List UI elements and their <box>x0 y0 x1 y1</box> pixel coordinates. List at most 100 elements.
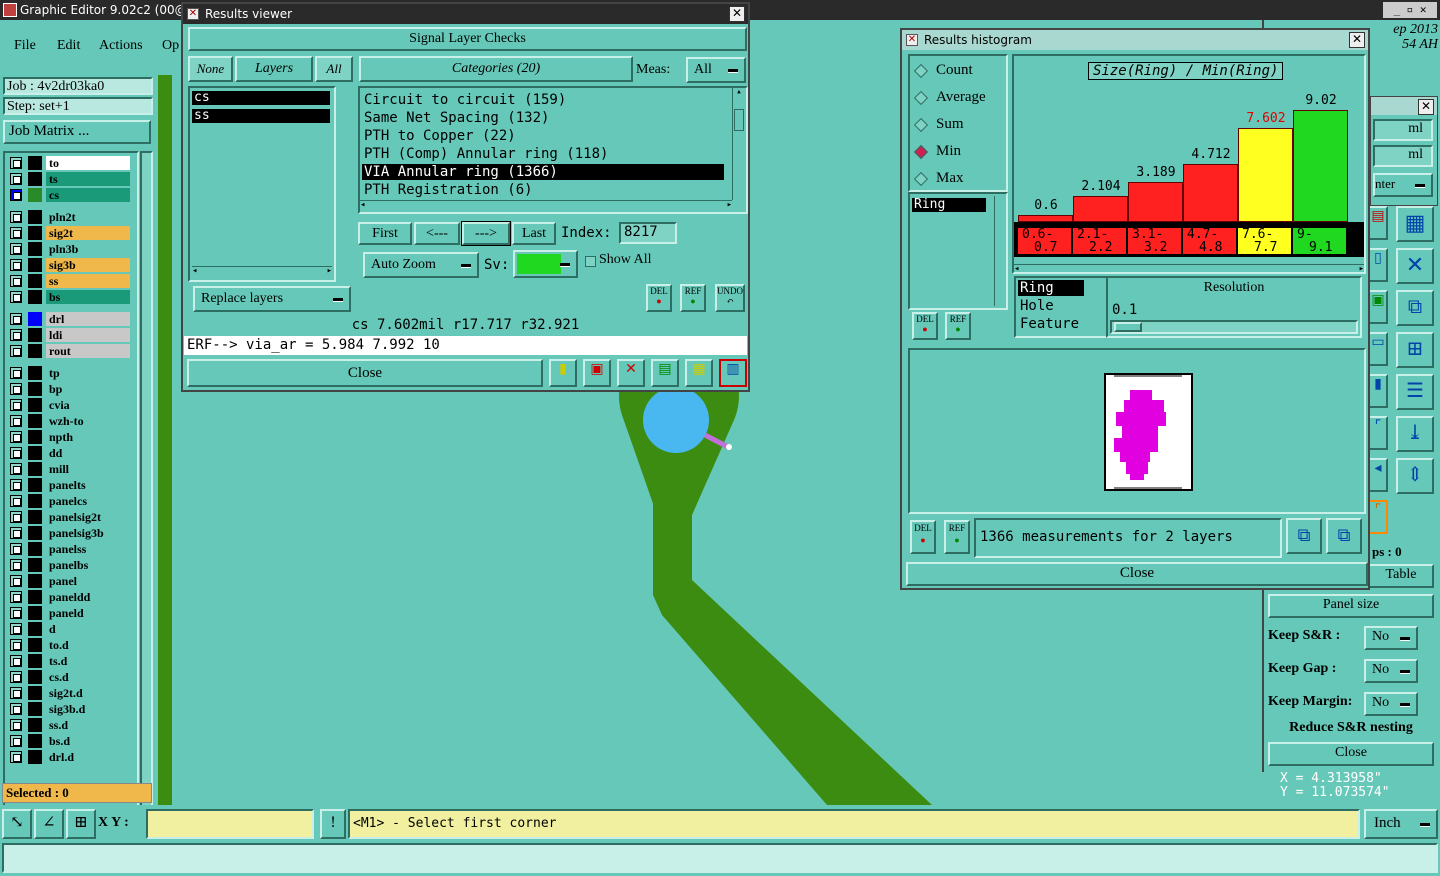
export-icon-1[interactable]: ⧉ <box>1286 518 1322 554</box>
info-icon[interactable]: ! <box>320 809 346 839</box>
unit-dropdown[interactable]: Inch <box>1364 809 1438 839</box>
layer-row-sig2t[interactable]: sig2t <box>8 226 130 240</box>
layer-row-sig2t.d[interactable]: sig2t.d <box>8 686 130 700</box>
align-icon[interactable]: ⊞ <box>1396 332 1434 368</box>
layer-row-drl.d[interactable]: drl.d <box>8 750 130 764</box>
h-ref-button-2[interactable]: REF ● <box>944 520 970 554</box>
histogram-bar[interactable] <box>1293 110 1348 222</box>
layer-item-ss[interactable]: ss <box>192 109 330 123</box>
res-list[interactable]: Ring Hole Feature <box>1014 276 1108 338</box>
zoom-fit-icon[interactable]: ⤡ <box>2 809 32 839</box>
mode-radio-average[interactable]: Average <box>913 89 1006 109</box>
layer-row-cvia[interactable]: cvia <box>8 398 130 412</box>
rv-tool-5-icon[interactable]: ▦ <box>685 359 713 387</box>
resolution-slider[interactable] <box>1110 320 1358 334</box>
layer-row-panelcs[interactable]: panelcs <box>8 494 130 508</box>
histogram-bar[interactable] <box>1073 195 1128 222</box>
layer-checkbox[interactable] <box>10 399 22 411</box>
layer-row-mill[interactable]: mill <box>8 462 130 476</box>
layer-checkbox[interactable] <box>10 639 22 651</box>
category-hscroll[interactable]: ◂ ▸ <box>360 200 732 211</box>
last-button[interactable]: Last <box>512 222 556 245</box>
layer-checkbox[interactable] <box>10 367 22 379</box>
ring-item[interactable]: Ring <box>912 198 986 212</box>
histogram-icon[interactable]: ▥ <box>719 359 747 387</box>
snap-grid-icon[interactable]: ⊞ <box>66 809 96 839</box>
layer-checkbox[interactable] <box>10 227 22 239</box>
undo-button[interactable]: UNDO ↶ <box>715 284 745 312</box>
next-button[interactable]: ---> <box>461 221 511 246</box>
index-input[interactable]: 8217 <box>619 222 677 244</box>
layer-row-pln2t[interactable]: pln2t <box>8 210 130 224</box>
layer-scrollbar[interactable] <box>140 151 153 857</box>
layer-checkbox[interactable] <box>10 463 22 475</box>
ring-list[interactable]: Ring <box>908 192 1008 310</box>
layer-select-list[interactable]: cs ss ◂ ▸ <box>188 86 336 282</box>
layer-row-paneld[interactable]: paneld <box>8 606 130 620</box>
del-button[interactable]: DEL ● <box>646 284 672 312</box>
first-button[interactable]: First <box>358 222 412 245</box>
ml-field-1[interactable]: ml <box>1373 119 1433 141</box>
res-item[interactable]: Ring <box>1018 280 1084 296</box>
category-item[interactable]: PTH to Copper (22) <box>362 128 724 144</box>
layer-checkbox[interactable] <box>10 189 22 201</box>
histogram-bar[interactable] <box>1238 127 1293 222</box>
panel-size-button[interactable]: Panel size <box>1268 594 1434 618</box>
layer-checkbox[interactable] <box>10 623 22 635</box>
nter-dropdown[interactable]: nter <box>1373 173 1433 197</box>
layer-checkbox[interactable] <box>10 275 22 287</box>
window-controls[interactable]: _ ▫ ✕ <box>1383 2 1437 18</box>
keep-gap-dropdown[interactable]: No <box>1364 659 1418 683</box>
layer-row-bs.d[interactable]: bs.d <box>8 734 130 748</box>
category-list[interactable]: Circuit to circuit (159) Same Net Spacing… <box>358 86 748 214</box>
layer-row-sig3b.d[interactable]: sig3b.d <box>8 702 130 716</box>
category-item[interactable]: Circuit to circuit (159) <box>362 92 724 108</box>
layer-checkbox[interactable] <box>10 431 22 443</box>
layer-row-to.d[interactable]: to.d <box>8 638 130 652</box>
table-button[interactable]: Table <box>1368 564 1434 588</box>
keep-margin-dropdown[interactable]: No <box>1364 692 1418 716</box>
layer-checkbox[interactable] <box>10 591 22 603</box>
histogram-bar[interactable] <box>1018 214 1073 222</box>
icon-col-4[interactable]: ▭ <box>1368 332 1388 366</box>
auto-zoom-dropdown[interactable]: Auto Zoom <box>363 252 479 278</box>
ref-button[interactable]: REF ● <box>680 284 706 312</box>
layer-checkbox[interactable] <box>10 511 22 523</box>
layer-checkbox[interactable] <box>10 313 22 325</box>
layer-checkbox[interactable] <box>10 543 22 555</box>
layer-checkbox[interactable] <box>10 719 22 731</box>
icon-col-6[interactable]: ⌜ <box>1368 416 1388 450</box>
layer-row-panelbs[interactable]: panelbs <box>8 558 130 572</box>
prev-button[interactable]: <--- <box>414 222 460 245</box>
mode-radio-count[interactable]: Count <box>913 62 1006 82</box>
chart-hscroll[interactable]: ◂ ▸ <box>1014 264 1364 274</box>
layer-checkbox[interactable] <box>10 173 22 185</box>
snap-x-icon[interactable]: ✕ <box>1396 248 1434 284</box>
export-icon-2[interactable]: ⧉ <box>1326 518 1362 554</box>
rv-tool-2-icon[interactable]: ▣ <box>583 359 611 387</box>
angle-icon[interactable]: ∠ <box>34 809 64 839</box>
all-button[interactable]: All <box>315 56 353 82</box>
layer-checkbox[interactable] <box>10 527 22 539</box>
res-item[interactable]: Feature <box>1018 316 1084 332</box>
layer-checkbox[interactable] <box>10 655 22 667</box>
layer-checkbox[interactable] <box>10 607 22 619</box>
icon-col-2[interactable]: ▯ <box>1368 248 1388 282</box>
category-item[interactable]: PTH Registration (6) <box>362 182 724 198</box>
layer-checkbox[interactable] <box>10 291 22 303</box>
mode-radio-min[interactable]: Min <box>913 143 1006 163</box>
category-item[interactable]: Same Net Spacing (132) <box>362 110 724 126</box>
layer-checkbox[interactable] <box>10 447 22 459</box>
ring-list-scroll[interactable] <box>994 196 1004 306</box>
layer-row-ts[interactable]: ts <box>8 172 130 186</box>
layer-checkbox[interactable] <box>10 671 22 683</box>
layer-checkbox[interactable] <box>10 329 22 341</box>
layer-row-dd[interactable]: dd <box>8 446 130 460</box>
layer-row-cs[interactable]: cs <box>8 188 130 202</box>
rh-close-button[interactable]: Close <box>906 562 1368 586</box>
icon-col-3[interactable]: ▣ <box>1368 290 1388 324</box>
layer-checkbox[interactable] <box>10 703 22 715</box>
layer-row-bp[interactable]: bp <box>8 382 130 396</box>
res-item[interactable]: Hole <box>1018 298 1084 314</box>
show-all-checkbox[interactable] <box>585 256 596 267</box>
